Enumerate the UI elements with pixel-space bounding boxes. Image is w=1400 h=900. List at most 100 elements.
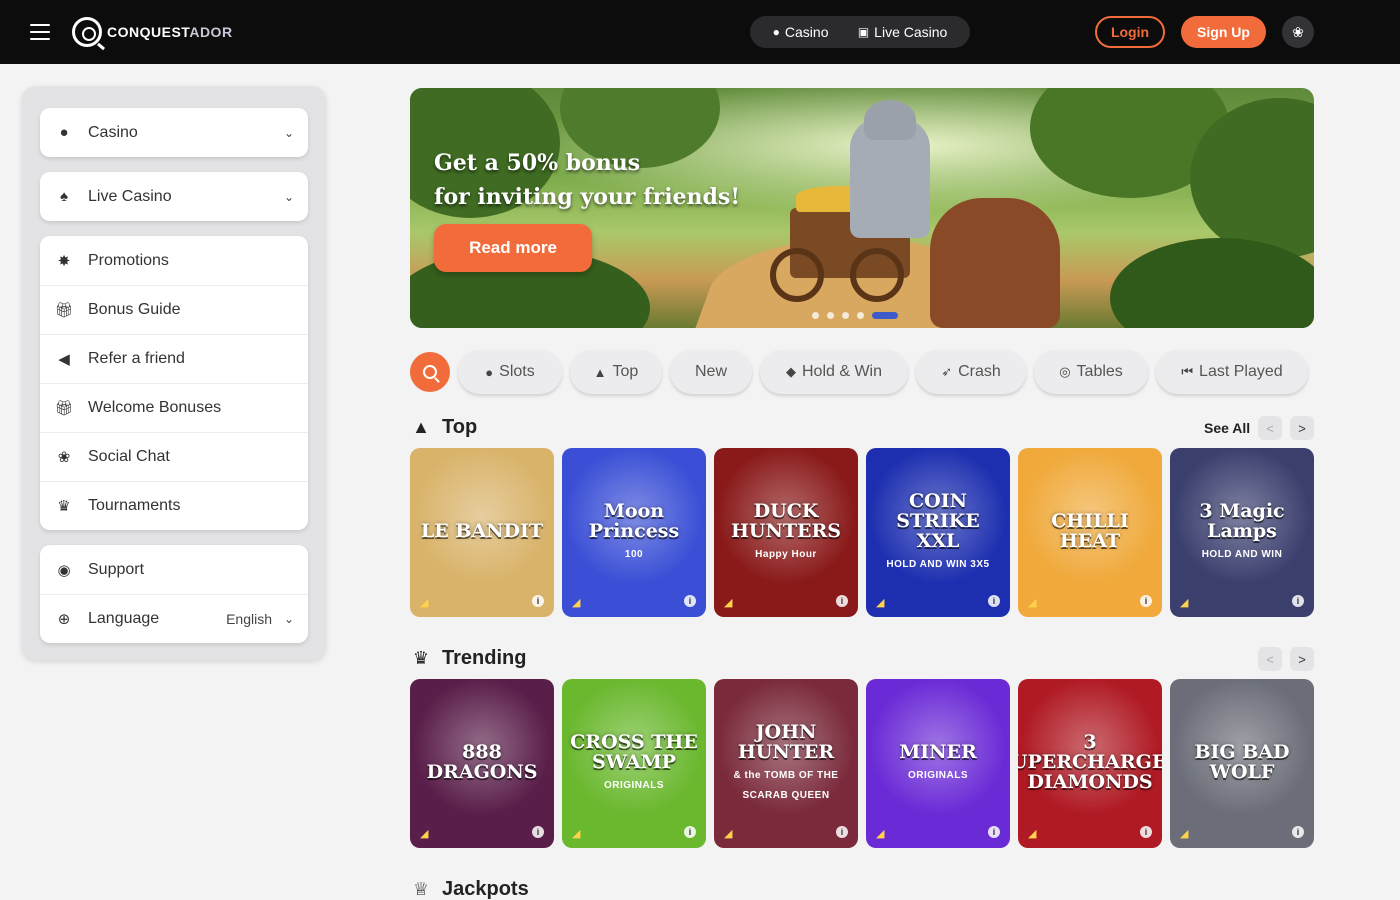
- game-tile[interactable]: 3 SUPERCHARGED DIAMONDS i ◢: [1018, 679, 1162, 848]
- menu-icon[interactable]: [30, 24, 50, 40]
- trending-prev-button[interactable]: <: [1258, 647, 1282, 671]
- carousel-dots: [812, 312, 898, 319]
- section-title-top: ▲ Top: [410, 416, 477, 439]
- tab-hold-and-win[interactable]: ◆ Hold & Win: [760, 350, 908, 394]
- game-subtitle: ORIGINALS: [603, 779, 665, 791]
- sidebar-casino-card: ● Casino ⌄: [40, 108, 308, 157]
- info-icon[interactable]: i: [836, 826, 848, 838]
- carousel-dot[interactable]: [857, 312, 864, 319]
- trending-next-button[interactable]: >: [1290, 647, 1314, 671]
- provider-icon: ◢: [1028, 597, 1037, 609]
- tab-top[interactable]: ▲ Top: [570, 350, 662, 394]
- chevron-down-icon: ⌄: [283, 125, 294, 140]
- game-subtitle: HOLD AND WIN: [1201, 548, 1283, 560]
- megaphone-icon: ◀: [58, 351, 70, 368]
- provider-icon: ◢: [420, 828, 429, 840]
- info-icon[interactable]: i: [684, 595, 696, 607]
- chat-icon: ❀: [57, 449, 71, 466]
- game-tile[interactable]: MINER ORIGINALS i ◢: [866, 679, 1010, 848]
- tab-last-played[interactable]: ⏮︎ Last Played: [1156, 350, 1308, 394]
- info-icon[interactable]: i: [988, 595, 1000, 607]
- provider-icon: ◢: [1028, 828, 1037, 840]
- sidebar-item-bonus-guide[interactable]: 🎁︎ Bonus Guide: [40, 285, 308, 334]
- info-icon[interactable]: i: [1140, 826, 1152, 838]
- info-icon[interactable]: i: [1140, 595, 1152, 607]
- provider-icon: ◢: [420, 597, 429, 609]
- brand-logo[interactable]: CONQUESTADOR: [72, 16, 233, 48]
- top-prev-button[interactable]: <: [1258, 416, 1282, 440]
- carousel-dot-active[interactable]: [872, 312, 898, 319]
- sidebar-item-tournaments[interactable]: ♛ Tournaments: [40, 481, 308, 530]
- nav-casino[interactable]: ● Casino: [773, 24, 829, 40]
- search-button[interactable]: [410, 352, 450, 392]
- sidebar-item-promotions[interactable]: ✸ Promotions: [40, 236, 308, 285]
- promo-banner[interactable]: Get a 50% bonus for inviting your friend…: [410, 88, 1314, 328]
- sidebar-item-support[interactable]: ◉ Support: [40, 545, 308, 594]
- nav-live-casino[interactable]: ▣ Live Casino: [858, 24, 948, 40]
- game-tile[interactable]: LE BANDIT i ◢: [410, 448, 554, 617]
- game-title: JOHN HUNTER & the TOMB OF THE SCARAB QUEE…: [714, 722, 858, 806]
- live-dealer-icon: ▣: [857, 25, 870, 39]
- sidebar-support-card: ◉ Support ⊕ Language English ⌄: [40, 545, 308, 643]
- tab-slots[interactable]: ● Slots: [458, 350, 562, 394]
- game-tile[interactable]: JOHN HUNTER & the TOMB OF THE SCARAB QUEE…: [714, 679, 858, 848]
- read-more-button[interactable]: Read more: [434, 224, 592, 272]
- signup-button[interactable]: Sign Up: [1181, 16, 1266, 48]
- game-title: 888 DRAGONS: [426, 740, 538, 783]
- game-subtitle: 100: [624, 548, 644, 560]
- trophy-icon: ♛: [412, 648, 430, 668]
- game-title: COIN STRIKE XXL HOLD AND WIN 3X5: [866, 491, 1010, 575]
- provider-icon: ◢: [724, 597, 733, 609]
- knight-illustration: [850, 100, 930, 238]
- sidebar-item-welcome-bonuses[interactable]: 🎁︎ Welcome Bonuses: [40, 383, 308, 432]
- sidebar-item-social-chat[interactable]: ❀ Social Chat: [40, 432, 308, 481]
- chevron-down-icon: ⌄: [283, 612, 294, 626]
- top-navigation-bar: CONQUESTADOR ● Casino ▣ Live Casino Login …: [0, 0, 1400, 64]
- info-icon[interactable]: i: [1292, 595, 1304, 607]
- provider-icon: ◢: [876, 828, 885, 840]
- game-tile[interactable]: Moon Princess 100 i ◢: [562, 448, 706, 617]
- top-next-button[interactable]: >: [1290, 416, 1314, 440]
- sidebar-live-casino-card: ♠ Live Casino ⌄: [40, 172, 308, 221]
- section-title-trending: ♛ Trending: [410, 647, 527, 670]
- sidebar-item-casino[interactable]: ● Casino ⌄: [40, 108, 308, 157]
- game-title: DUCK HUNTERS Happy Hour: [714, 501, 858, 565]
- info-icon[interactable]: i: [1292, 826, 1304, 838]
- sidebar-item-live-casino[interactable]: ♠ Live Casino ⌄: [40, 172, 308, 221]
- search-icon: [423, 365, 437, 379]
- trophy-icon: ♛: [57, 498, 71, 515]
- provider-icon: ◢: [1180, 597, 1189, 609]
- tab-new[interactable]: New: [670, 350, 752, 394]
- game-tile[interactable]: CHILLI HEAT i ◢: [1018, 448, 1162, 617]
- login-button[interactable]: Login: [1095, 16, 1165, 48]
- game-tile[interactable]: BIG BAD WOLF i ◢: [1170, 679, 1314, 848]
- game-tile[interactable]: CROSS THE SWAMP ORIGINALS i ◢: [562, 679, 706, 848]
- tab-tables[interactable]: ◎ Tables: [1034, 350, 1148, 394]
- game-title: Moon Princess 100: [562, 501, 706, 565]
- sidebar-item-refer-a-friend[interactable]: ◀ Refer a friend: [40, 334, 308, 383]
- chat-icon[interactable]: ❀: [1282, 16, 1314, 48]
- game-subtitle: HOLD AND WIN 3X5: [886, 558, 990, 570]
- carousel-dot[interactable]: [812, 312, 819, 319]
- game-tile[interactable]: 888 DRAGONS i ◢: [410, 679, 554, 848]
- info-icon[interactable]: i: [532, 826, 544, 838]
- info-icon[interactable]: i: [684, 826, 696, 838]
- carousel-dot[interactable]: [827, 312, 834, 319]
- game-title: LE BANDIT: [420, 519, 544, 542]
- see-all-link[interactable]: See All: [1204, 420, 1250, 436]
- tab-crash[interactable]: ➶ Crash: [916, 350, 1026, 394]
- chevron-left-icon: <: [1266, 420, 1274, 436]
- carousel-dot[interactable]: [842, 312, 849, 319]
- info-icon[interactable]: i: [836, 595, 848, 607]
- info-icon[interactable]: i: [988, 826, 1000, 838]
- info-icon[interactable]: i: [532, 595, 544, 607]
- sidebar-item-language[interactable]: ⊕ Language English ⌄: [40, 594, 308, 643]
- language-value: English: [226, 611, 272, 627]
- logo-mark-icon: [72, 17, 102, 47]
- game-tile[interactable]: COIN STRIKE XXL HOLD AND WIN 3X5 i ◢: [866, 448, 1010, 617]
- game-tile[interactable]: DUCK HUNTERS Happy Hour i ◢: [714, 448, 858, 617]
- game-subtitle: & the TOMB OF THE SCARAB QUEEN: [733, 769, 839, 801]
- casino-chip-icon: ●: [772, 25, 780, 39]
- game-tile[interactable]: 3 Magic Lamps HOLD AND WIN i ◢: [1170, 448, 1314, 617]
- provider-icon: ◢: [876, 597, 885, 609]
